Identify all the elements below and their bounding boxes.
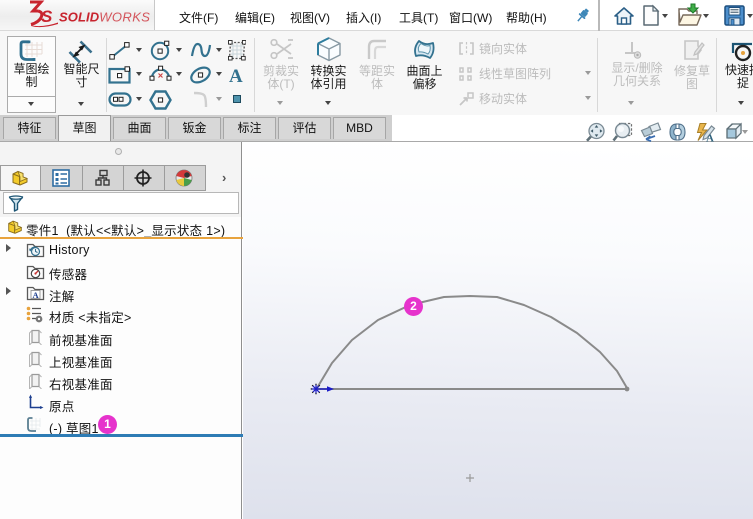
- svg-text:S: S: [41, 7, 53, 26]
- svg-text:A: A: [33, 290, 40, 300]
- svg-text:SOLIDWORKS: SOLIDWORKS: [59, 10, 150, 25]
